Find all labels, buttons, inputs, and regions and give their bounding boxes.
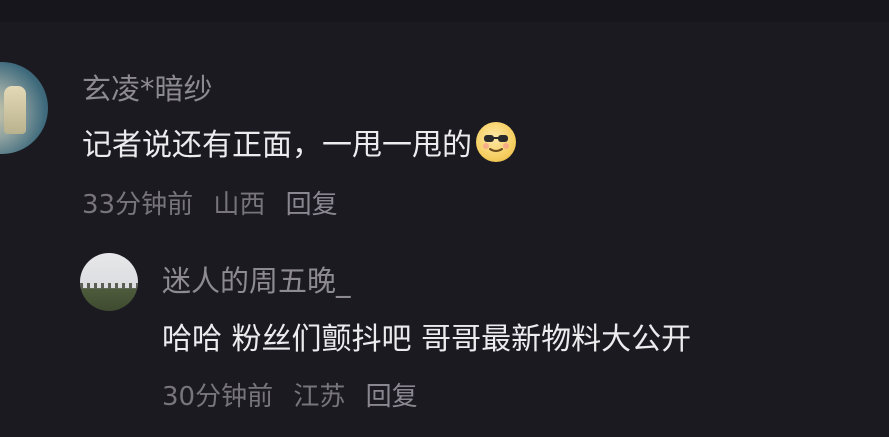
reply-text: 哈哈 粉丝们颤抖吧 哥哥最新物料大公开 bbox=[162, 314, 691, 358]
reply-meta: 30分钟前 江苏 回复 bbox=[162, 376, 430, 413]
top-strip bbox=[0, 0, 889, 22]
reply-username[interactable]: 迷人的周五晚_ bbox=[162, 258, 351, 300]
avatar-figure bbox=[4, 86, 26, 134]
reply-button[interactable]: 回复 bbox=[366, 382, 418, 412]
avatar[interactable] bbox=[80, 253, 138, 311]
reply-button[interactable]: 回复 bbox=[286, 190, 338, 220]
comment-time: 33分钟前 bbox=[82, 190, 194, 220]
reply-time: 30分钟前 bbox=[162, 382, 274, 412]
comment-meta: 33分钟前 山西 回复 bbox=[82, 184, 350, 221]
smug-glasses-emoji-icon bbox=[476, 122, 516, 162]
avatar[interactable] bbox=[0, 62, 48, 154]
comment-text: 记者说还有正面，一甩一甩的 bbox=[82, 120, 516, 164]
comment-body: 记者说还有正面，一甩一甩的 bbox=[82, 128, 472, 163]
reply-location: 江苏 bbox=[293, 382, 346, 412]
reply-body: 哈哈 粉丝们颤抖吧 哥哥最新物料大公开 bbox=[162, 322, 692, 357]
comment-username[interactable]: 玄凌*暗纱 bbox=[82, 66, 213, 108]
comment-thread: 玄凌*暗纱 记者说还有正面，一甩一甩的 33分钟前 山西 回复 迷人的周五晚_ … bbox=[0, 0, 889, 437]
avatar-trees bbox=[80, 283, 138, 289]
comment-location: 山西 bbox=[213, 190, 266, 220]
